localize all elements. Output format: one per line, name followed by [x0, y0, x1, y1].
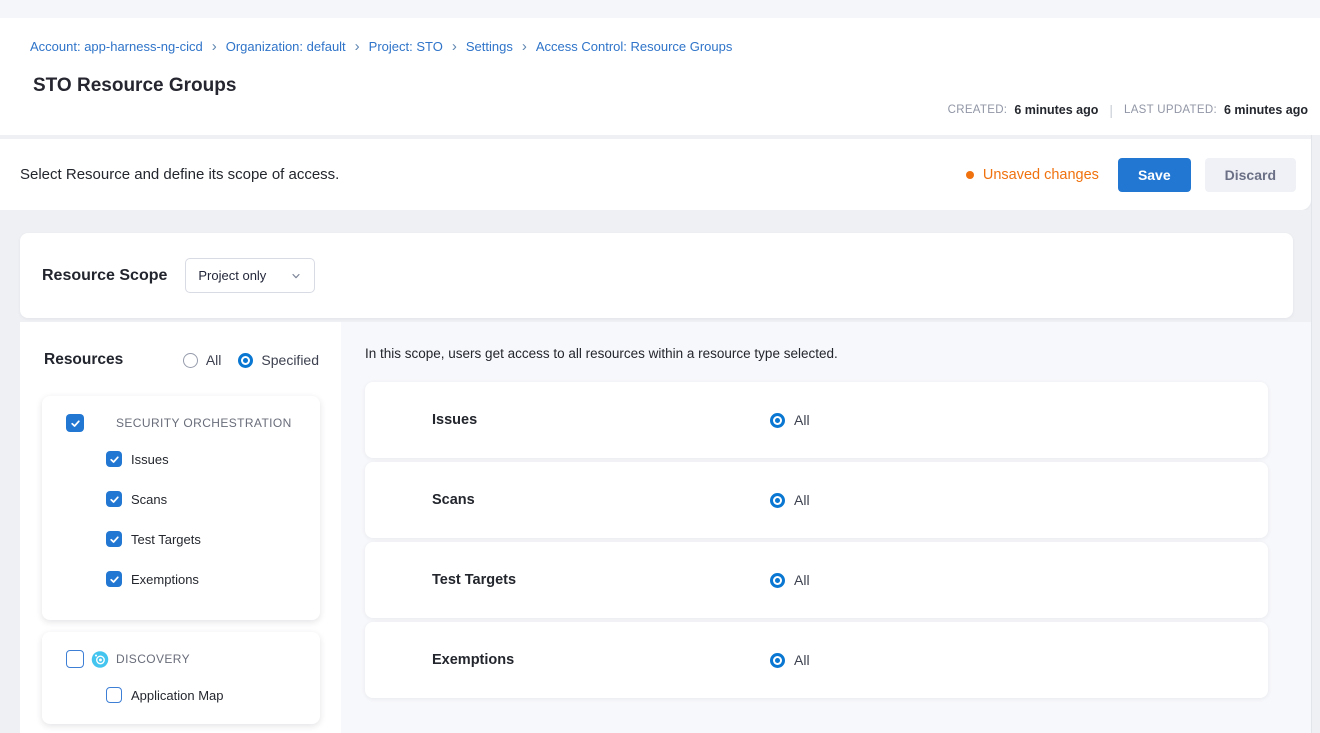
check-icon	[109, 534, 120, 545]
exemptions-checkbox[interactable]	[106, 571, 122, 587]
tree-child-label: Exemptions	[131, 572, 199, 587]
unsaved-changes-label: Unsaved changes	[983, 167, 1099, 183]
resource-card-label: Issues	[432, 412, 477, 428]
breadcrumb-account-link[interactable]: Account: app-harness-ng-cicd	[30, 39, 203, 54]
breadcrumb-settings-link[interactable]: Settings	[466, 39, 513, 54]
meta-divider: |	[1105, 102, 1117, 118]
security-orchestration-checkbox[interactable]	[66, 414, 84, 432]
resource-scope-selected-value: Project only	[198, 268, 266, 283]
shield-search-icon	[91, 414, 109, 433]
scope-details-area: In this scope, users get access to all r…	[341, 322, 1311, 733]
shield-search-icon	[389, 486, 415, 514]
resource-card-test-targets: Test Targets All	[365, 542, 1268, 618]
last-updated-label: LAST UPDATED:	[1124, 104, 1217, 116]
unsaved-changes-indicator: Unsaved changes	[966, 167, 1099, 183]
check-icon	[109, 494, 120, 505]
tree-group-label: DISCOVERY	[116, 652, 190, 666]
breadcrumb-separator-icon: ›	[522, 38, 527, 54]
tree-parent-row: SECURITY ORCHESTRATION	[66, 410, 320, 436]
tree-child-exemptions: Exemptions	[106, 559, 320, 599]
resource-access-option[interactable]: All	[770, 492, 810, 508]
resource-access-label: All	[794, 652, 810, 668]
tree-child-scans: Scans	[106, 479, 320, 519]
scope-message: In this scope, users get access to all r…	[365, 346, 1311, 361]
page-header: Account: app-harness-ng-cicd › Organizat…	[0, 18, 1320, 135]
check-icon	[109, 454, 120, 465]
radio-specified-label: Specified	[261, 352, 319, 368]
breadcrumb-project-link[interactable]: Project: STO	[369, 39, 443, 54]
resource-card-scans: Scans All	[365, 462, 1268, 538]
radio-all-selected-icon[interactable]	[770, 493, 785, 508]
resource-access-option[interactable]: All	[770, 572, 810, 588]
tree-group-security-orchestration: SECURITY ORCHESTRATION Issues Scans Test…	[42, 396, 320, 620]
resource-card-label: Exemptions	[432, 652, 514, 668]
resource-card-label: Test Targets	[432, 572, 516, 588]
resources-panel: Resources All Specified SECURITY ORCHEST…	[20, 322, 341, 733]
radio-option-all[interactable]: All	[183, 352, 222, 368]
breadcrumb-separator-icon: ›	[452, 38, 457, 54]
resource-access-label: All	[794, 572, 810, 588]
breadcrumb-organization-link[interactable]: Organization: default	[226, 39, 346, 54]
breadcrumb: Account: app-harness-ng-cicd › Organizat…	[30, 38, 732, 54]
resource-card-exemptions: Exemptions All	[365, 622, 1268, 698]
discovery-radar-icon	[91, 650, 109, 669]
content-area: Resource Scope Project only Resources Al…	[0, 210, 1311, 733]
shield-search-icon	[389, 406, 415, 434]
tree-child-label: Application Map	[131, 688, 224, 703]
radio-all-icon[interactable]	[183, 353, 198, 368]
resources-panel-header: Resources All Specified	[44, 351, 319, 369]
save-button[interactable]: Save	[1118, 158, 1191, 192]
tree-parent-row: DISCOVERY	[66, 646, 320, 672]
scans-checkbox[interactable]	[106, 491, 122, 507]
check-icon	[70, 418, 81, 429]
created-value: 6 minutes ago	[1014, 103, 1098, 117]
discard-button[interactable]: Discard	[1205, 158, 1296, 192]
resource-access-label: All	[794, 492, 810, 508]
tree-child-label: Issues	[131, 452, 169, 467]
radio-all-label: All	[206, 352, 222, 368]
radio-option-specified[interactable]: Specified	[238, 352, 319, 368]
resource-access-option[interactable]: All	[770, 412, 810, 428]
chevron-down-icon	[290, 270, 302, 282]
shield-search-icon	[389, 646, 415, 674]
tree-child-label: Test Targets	[131, 532, 201, 547]
resources-title: Resources	[44, 351, 166, 369]
application-map-checkbox[interactable]	[106, 687, 122, 703]
last-updated-value: 6 minutes ago	[1224, 103, 1308, 117]
tree-child-application-map: Application Map	[106, 675, 320, 715]
test-targets-checkbox[interactable]	[106, 531, 122, 547]
page-right-gutter	[1311, 135, 1320, 733]
unsaved-dot-icon	[966, 171, 974, 179]
resource-card-label: Scans	[432, 492, 475, 508]
tree-child-label: Scans	[131, 492, 167, 507]
shield-search-icon	[389, 566, 415, 594]
resource-access-label: All	[794, 412, 810, 428]
radio-specified-icon[interactable]	[238, 353, 253, 368]
issues-checkbox[interactable]	[106, 451, 122, 467]
check-icon	[109, 574, 120, 585]
discovery-checkbox[interactable]	[66, 650, 84, 668]
resource-scope-card: Resource Scope Project only	[20, 233, 1293, 318]
breadcrumb-separator-icon: ›	[355, 38, 360, 54]
toolbar-description: Select Resource and define its scope of …	[20, 166, 966, 183]
breadcrumb-separator-icon: ›	[212, 38, 217, 54]
tree-group-label: SECURITY ORCHESTRATION	[116, 416, 292, 430]
tree-child-test-targets: Test Targets	[106, 519, 320, 559]
resource-scope-label: Resource Scope	[42, 267, 167, 285]
resource-card-issues: Issues All	[365, 382, 1268, 458]
radio-all-selected-icon[interactable]	[770, 413, 785, 428]
radio-all-selected-icon[interactable]	[770, 653, 785, 668]
resource-access-option[interactable]: All	[770, 652, 810, 668]
page-title: STO Resource Groups	[33, 75, 236, 97]
page-top-strip	[0, 0, 1320, 18]
action-toolbar: Select Resource and define its scope of …	[0, 139, 1311, 210]
tree-child-issues: Issues	[106, 439, 320, 479]
tree-group-discovery: DISCOVERY Application Map	[42, 632, 320, 724]
resource-scope-select[interactable]: Project only	[185, 258, 315, 293]
radio-all-selected-icon[interactable]	[770, 573, 785, 588]
created-label: CREATED:	[948, 104, 1008, 116]
breadcrumb-resource-groups-link[interactable]: Access Control: Resource Groups	[536, 39, 733, 54]
header-meta: CREATED: 6 minutes ago | LAST UPDATED: 6…	[948, 102, 1308, 118]
